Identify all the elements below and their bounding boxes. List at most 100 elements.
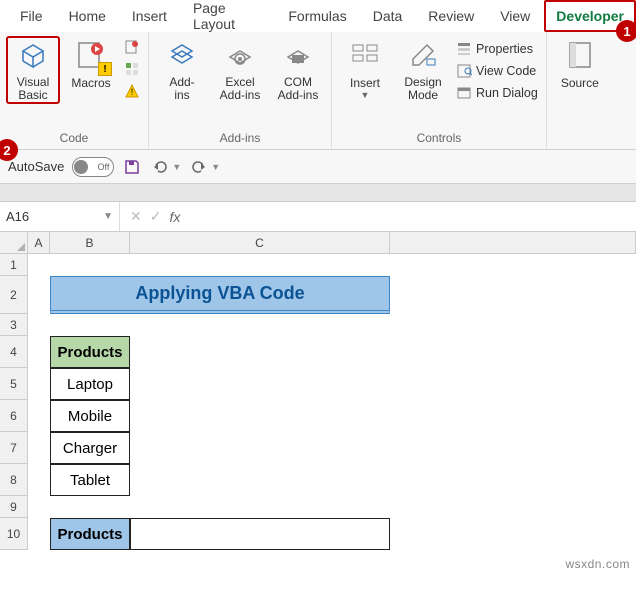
ribbon-group-addins: Add- ins Excel Add-ins COM Add-ins Add-i… bbox=[149, 32, 332, 149]
run-dialog-icon bbox=[456, 85, 472, 101]
addins-button[interactable]: Add- ins bbox=[155, 36, 209, 104]
col-header-blank[interactable] bbox=[390, 232, 636, 254]
col-header-c[interactable]: C bbox=[130, 232, 390, 254]
undo-button[interactable] bbox=[150, 157, 170, 177]
ribbon-group-code: Visual Basic Macros ! ! Code 2 bbox=[0, 32, 149, 149]
run-dialog-label: Run Dialog bbox=[476, 86, 538, 100]
ribbon-group-xml-label bbox=[578, 129, 581, 147]
row-header-9[interactable]: 9 bbox=[0, 496, 28, 518]
row-header-8[interactable]: 8 bbox=[0, 464, 28, 496]
visual-basic-button[interactable]: Visual Basic bbox=[6, 36, 60, 104]
cell-product-2[interactable]: Mobile bbox=[50, 400, 130, 432]
macro-security-icon: ! bbox=[124, 83, 140, 99]
row-header-1[interactable]: 1 bbox=[0, 254, 28, 276]
design-mode-label: Design Mode bbox=[404, 76, 441, 102]
visual-basic-label: Visual Basic bbox=[17, 76, 49, 102]
chevron-down-icon[interactable]: ▼ bbox=[103, 211, 113, 222]
name-box[interactable]: A16 ▼ bbox=[0, 202, 120, 231]
com-addins-button[interactable]: COM Add-ins bbox=[271, 36, 325, 104]
record-macro-button[interactable] bbox=[122, 38, 142, 56]
row-header-10[interactable]: 10 bbox=[0, 518, 28, 550]
watermark: wsxdn.com bbox=[565, 557, 630, 571]
ribbon: Visual Basic Macros ! ! Code 2 Add- ins bbox=[0, 32, 636, 150]
name-box-value: A16 bbox=[6, 209, 29, 224]
addins-label: Add- ins bbox=[169, 76, 194, 102]
design-mode-button[interactable]: Design Mode bbox=[396, 36, 450, 104]
row-header-4[interactable]: 4 bbox=[0, 336, 28, 368]
autosave-state: Off bbox=[98, 162, 110, 172]
insert-controls-button[interactable]: Insert ▼ bbox=[338, 36, 392, 102]
macros-label: Macros bbox=[71, 76, 110, 90]
fx-icon[interactable]: fx bbox=[169, 209, 180, 225]
tab-formulas[interactable]: Formulas bbox=[276, 0, 358, 32]
ribbon-group-controls-label: Controls bbox=[417, 129, 462, 147]
collapsed-bar bbox=[0, 184, 636, 202]
cell-c10[interactable] bbox=[130, 518, 390, 550]
redo-dropdown[interactable]: ▼ bbox=[211, 162, 220, 172]
excel-addins-icon bbox=[223, 38, 257, 72]
autosave-label: AutoSave bbox=[8, 159, 64, 174]
spreadsheet-grid: A B C 1 2 3 4 5 6 7 8 9 10 Applying VBA … bbox=[0, 232, 636, 554]
cell-product-4[interactable]: Tablet bbox=[50, 464, 130, 496]
properties-button[interactable]: Properties bbox=[454, 40, 540, 58]
source-label: Source bbox=[561, 76, 599, 90]
tab-file[interactable]: File bbox=[8, 0, 55, 32]
cell-title[interactable]: Applying VBA Code bbox=[50, 276, 390, 314]
tab-review[interactable]: Review bbox=[416, 0, 486, 32]
autosave-toggle[interactable]: Off bbox=[72, 157, 114, 177]
use-relative-references-button[interactable] bbox=[122, 60, 142, 78]
view-code-label: View Code bbox=[476, 64, 536, 78]
com-addins-label: COM Add-ins bbox=[278, 76, 319, 102]
ribbon-group-xml: Source bbox=[547, 32, 613, 149]
select-all-corner[interactable] bbox=[0, 232, 28, 254]
view-code-icon bbox=[456, 63, 472, 79]
properties-label: Properties bbox=[476, 42, 533, 56]
relative-references-icon bbox=[124, 61, 140, 77]
cell-products-header-2[interactable]: Products bbox=[50, 518, 130, 550]
macro-security-button[interactable]: ! bbox=[122, 82, 142, 100]
row-header-6[interactable]: 6 bbox=[0, 400, 28, 432]
addins-icon bbox=[165, 38, 199, 72]
properties-icon bbox=[456, 41, 472, 57]
ribbon-tabs: File Home Insert Page Layout Formulas Da… bbox=[0, 0, 636, 32]
chevron-down-icon: ▼ bbox=[361, 90, 370, 100]
callout-1: 1 bbox=[616, 20, 636, 42]
undo-dropdown[interactable]: ▼ bbox=[172, 162, 181, 172]
tab-data[interactable]: Data bbox=[361, 0, 415, 32]
cell-product-3[interactable]: Charger bbox=[50, 432, 130, 464]
run-dialog-button[interactable]: Run Dialog bbox=[454, 84, 540, 102]
excel-addins-button[interactable]: Excel Add-ins bbox=[213, 36, 267, 104]
tab-home[interactable]: Home bbox=[57, 0, 118, 32]
view-code-button[interactable]: View Code bbox=[454, 62, 540, 80]
tab-pagelayout[interactable]: Page Layout bbox=[181, 0, 274, 40]
design-mode-icon bbox=[406, 38, 440, 72]
formula-bar: A16 ▼ ✕ ✓ fx bbox=[0, 202, 636, 232]
insert-controls-icon bbox=[348, 38, 382, 72]
redo-button[interactable] bbox=[189, 157, 209, 177]
enter-formula-button[interactable]: ✓ bbox=[150, 208, 162, 225]
row-header-2[interactable]: 2 bbox=[0, 276, 28, 314]
quick-access-toolbar: AutoSave Off ▼ ▼ bbox=[0, 150, 636, 184]
col-header-a[interactable]: A bbox=[28, 232, 50, 254]
svg-text:!: ! bbox=[131, 87, 134, 97]
source-icon bbox=[563, 38, 597, 72]
excel-addins-label: Excel Add-ins bbox=[220, 76, 261, 102]
source-button[interactable]: Source bbox=[553, 36, 607, 92]
ribbon-group-addins-label: Add-ins bbox=[220, 129, 261, 147]
macros-button[interactable]: Macros ! bbox=[64, 36, 118, 92]
row-header-7[interactable]: 7 bbox=[0, 432, 28, 464]
tab-view[interactable]: View bbox=[488, 0, 542, 32]
record-macro-icon bbox=[124, 39, 140, 55]
visual-basic-icon bbox=[16, 38, 50, 72]
row-header-5[interactable]: 5 bbox=[0, 368, 28, 400]
cancel-formula-button[interactable]: ✕ bbox=[130, 208, 142, 225]
cell-products-header[interactable]: Products bbox=[50, 336, 130, 368]
warning-icon: ! bbox=[98, 62, 112, 76]
ribbon-group-code-label: Code bbox=[60, 129, 89, 147]
tab-insert[interactable]: Insert bbox=[120, 0, 179, 32]
col-header-b[interactable]: B bbox=[50, 232, 130, 254]
save-button[interactable] bbox=[122, 157, 142, 177]
cell-product-1[interactable]: Laptop bbox=[50, 368, 130, 400]
com-addins-icon bbox=[281, 38, 315, 72]
row-header-3[interactable]: 3 bbox=[0, 314, 28, 336]
